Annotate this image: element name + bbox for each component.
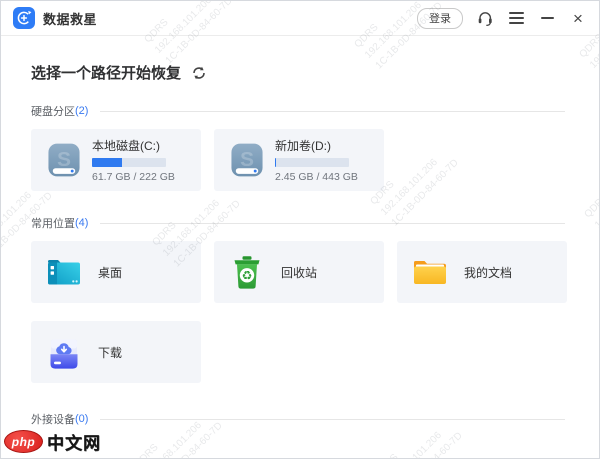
disk-size-text: 2.45 GB / 443 GB <box>275 171 358 183</box>
disk-card-c[interactable]: S 本地磁盘(C:) 61.7 GB / 222 GB <box>31 129 201 191</box>
login-label: 登录 <box>429 13 451 25</box>
svg-text:S: S <box>57 148 71 171</box>
location-label: 下载 <box>98 345 123 360</box>
window-title: 数据救星 <box>43 11 98 27</box>
location-label: 桌面 <box>98 265 123 280</box>
disk-name: 新加卷(D:) <box>275 139 331 153</box>
section-header-locations: 常用位置 (4) <box>31 215 565 231</box>
location-label: 回收站 <box>281 265 318 280</box>
disk-size-text: 61.7 GB / 222 GB <box>92 171 175 183</box>
section-count: (2) <box>75 105 89 117</box>
app-logo-icon <box>13 7 35 29</box>
svg-text:♻: ♻ <box>242 269 253 283</box>
refresh-button[interactable] <box>192 66 206 80</box>
location-card-desktop[interactable]: 桌面 <box>31 241 201 303</box>
main-content: 选择一个路径开始恢复 硬盘分区 (2) S 本地磁盘(C:) 61.7 GB /… <box>1 62 599 427</box>
page-title: 选择一个路径开始恢复 <box>31 65 182 82</box>
section-label: 常用位置 <box>31 218 75 230</box>
app-window: 数据救星 登录 × 选择一个路径开始恢复 硬盘分区 (2) S 本地磁盘(C:)… <box>0 0 600 459</box>
documents-folder-icon <box>414 261 446 284</box>
titlebar-controls: 登录 × <box>417 7 587 29</box>
svg-text:S: S <box>240 148 254 171</box>
divider <box>100 110 565 112</box>
section-header-external: 外接设备 (0) <box>31 411 565 427</box>
titlebar: 数据救星 登录 × <box>1 1 599 36</box>
headset-icon <box>478 12 492 26</box>
divider <box>100 418 565 420</box>
desktop-folder-icon <box>48 260 80 285</box>
section-label: 硬盘分区 <box>31 106 75 118</box>
drive-icon: S <box>231 143 263 177</box>
minimize-button[interactable] <box>538 9 556 27</box>
section-label: 外接设备 <box>31 414 75 426</box>
disk-name: 本地磁盘(C:) <box>92 139 160 153</box>
support-button[interactable] <box>476 9 494 27</box>
disk-card-grid: S 本地磁盘(C:) 61.7 GB / 222 GB S 新加卷(D:) 2.… <box>31 129 565 191</box>
section-count: (0) <box>75 413 89 425</box>
location-label: 我的文档 <box>464 265 513 280</box>
location-card-recycle-bin[interactable]: ♻ 回收站 <box>214 241 384 303</box>
location-card-downloads[interactable]: 下载 <box>31 321 201 383</box>
disk-card-d[interactable]: S 新加卷(D:) 2.45 GB / 443 GB <box>214 129 384 191</box>
login-button[interactable]: 登录 <box>417 7 463 29</box>
close-button[interactable]: × <box>569 9 587 27</box>
section-count: (4) <box>75 217 89 229</box>
logo-cn-text: 中文网 <box>47 434 101 453</box>
downloads-tray-icon <box>50 339 78 369</box>
location-card-documents[interactable]: 我的文档 <box>397 241 567 303</box>
drive-icon: S <box>48 143 80 177</box>
php-badge-icon: php <box>4 430 43 453</box>
menu-button[interactable] <box>507 9 525 27</box>
hamburger-icon <box>508 12 524 24</box>
php-cn-logo: php 中文网 <box>4 429 101 454</box>
section-header-disks: 硬盘分区 (2) <box>31 103 565 119</box>
minimize-icon <box>540 17 554 19</box>
recycle-bin-icon: ♻ <box>234 256 260 289</box>
refresh-icon <box>193 66 205 79</box>
divider <box>100 222 565 224</box>
disk-usage-bar <box>275 158 349 167</box>
location-card-grid: 桌面 ♻ 回收站 我的文档 下载 <box>31 241 567 383</box>
disk-usage-bar <box>92 158 166 167</box>
close-icon: × <box>573 8 583 28</box>
